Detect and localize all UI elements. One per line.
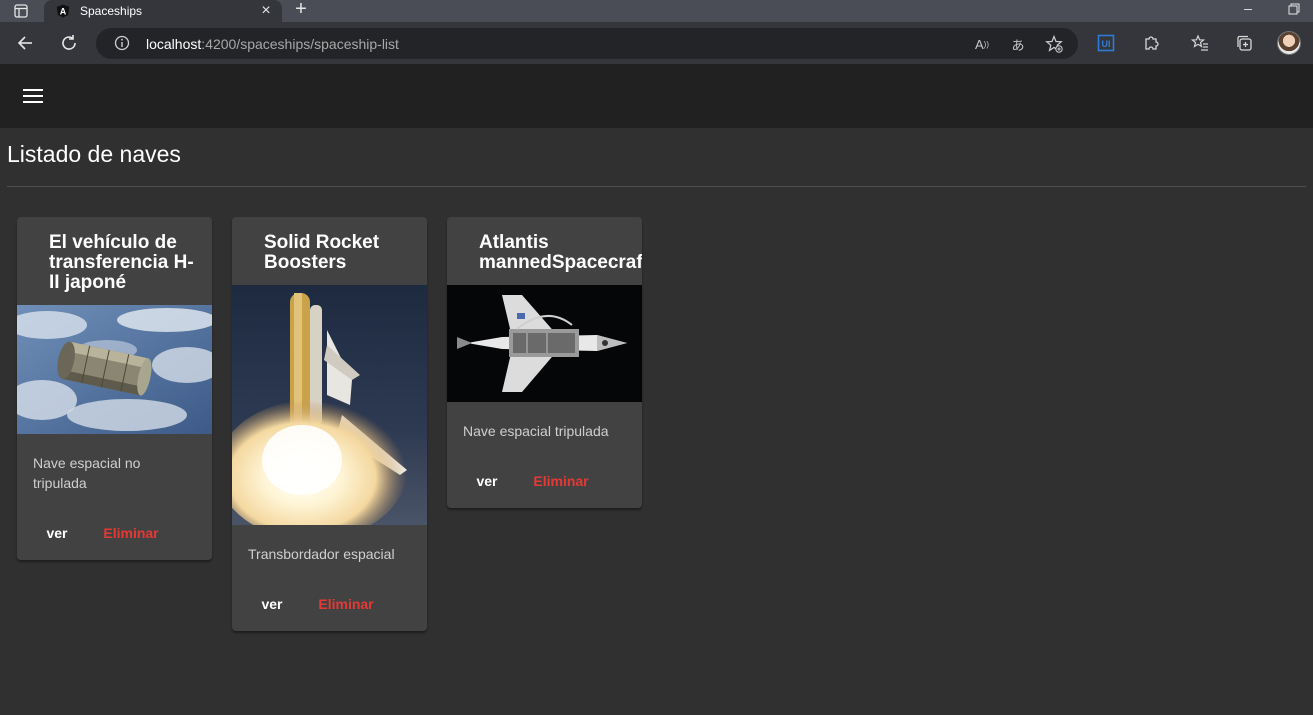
read-aloud-icon[interactable]: A)) (972, 34, 992, 54)
divider (7, 186, 1306, 187)
page-title: Listado de naves (7, 141, 181, 167)
profile-avatar[interactable] (1277, 31, 1301, 55)
svg-text:UI: UI (1102, 39, 1111, 49)
translate-icon[interactable]: あ (1008, 34, 1028, 54)
delete-button[interactable]: Eliminar (306, 586, 386, 622)
tab-actions-icon[interactable] (6, 0, 36, 22)
back-icon[interactable] (14, 32, 36, 54)
card-image-htv (17, 305, 212, 434)
app-toolbar (0, 64, 1313, 128)
tab-title: Spaceships (80, 4, 143, 18)
address-bar[interactable]: localhost:4200/spaceships/spaceship-list… (96, 28, 1078, 59)
url-text[interactable]: localhost:4200/spaceships/spaceship-list (146, 36, 399, 52)
card-description: Transbordador espacial (248, 546, 395, 562)
browser-toolbar: localhost:4200/spaceships/spaceship-list… (0, 22, 1313, 64)
card-title: Atlantis mannedSpacecraft (479, 232, 642, 273)
card-description: Nave espacial tripulada (463, 423, 609, 439)
delete-button[interactable]: Eliminar (91, 515, 171, 551)
svg-text:A: A (60, 7, 67, 17)
browser-tab-strip: A Spaceships × + – (0, 0, 1313, 22)
add-favorite-icon[interactable] (1044, 34, 1064, 54)
url-host: localhost (146, 36, 202, 52)
card-actions: ver Eliminar (447, 463, 642, 499)
view-button[interactable]: ver (463, 463, 511, 499)
collections-icon[interactable] (1233, 32, 1255, 54)
card-image-atlantis (447, 285, 642, 402)
spaceship-card: Solid Rocket Boosters Transbordador espa… (232, 217, 427, 631)
hamburger-menu-icon[interactable] (20, 83, 46, 109)
delete-button[interactable]: Eliminar (521, 463, 601, 499)
new-tab-icon[interactable]: + (290, 0, 312, 20)
card-title: Solid Rocket Boosters (264, 232, 380, 273)
card-image-shuttle-launch (232, 285, 427, 525)
favorites-icon[interactable] (1189, 32, 1211, 54)
extension-ui-icon[interactable]: UI (1095, 32, 1117, 54)
restore-icon[interactable] (1284, 0, 1304, 20)
card-title: El vehículo de transferencia H-II japoné (49, 232, 194, 293)
angular-logo-icon: A (56, 4, 70, 18)
url-path: :4200/spaceships/spaceship-list (201, 36, 399, 52)
site-info-icon[interactable] (114, 35, 130, 51)
card-description: Nave espacial no tripulada (33, 455, 141, 491)
browser-tab[interactable]: A Spaceships × (44, 0, 282, 22)
close-tab-icon[interactable]: × (256, 2, 276, 20)
main-content: Listado de naves El vehículo de transfer… (0, 128, 1313, 715)
reload-icon[interactable] (58, 32, 80, 54)
view-button[interactable]: ver (33, 515, 81, 551)
minimize-icon[interactable]: – (1238, 0, 1258, 20)
view-button[interactable]: ver (248, 586, 296, 622)
extensions-icon[interactable] (1140, 32, 1162, 54)
card-actions: ver Eliminar (17, 515, 212, 551)
spaceship-card: Atlantis mannedSpacecraft Nave espacial … (447, 217, 642, 508)
card-actions: ver Eliminar (232, 586, 427, 622)
spaceship-card: El vehículo de transferencia H-II japoné (17, 217, 212, 560)
